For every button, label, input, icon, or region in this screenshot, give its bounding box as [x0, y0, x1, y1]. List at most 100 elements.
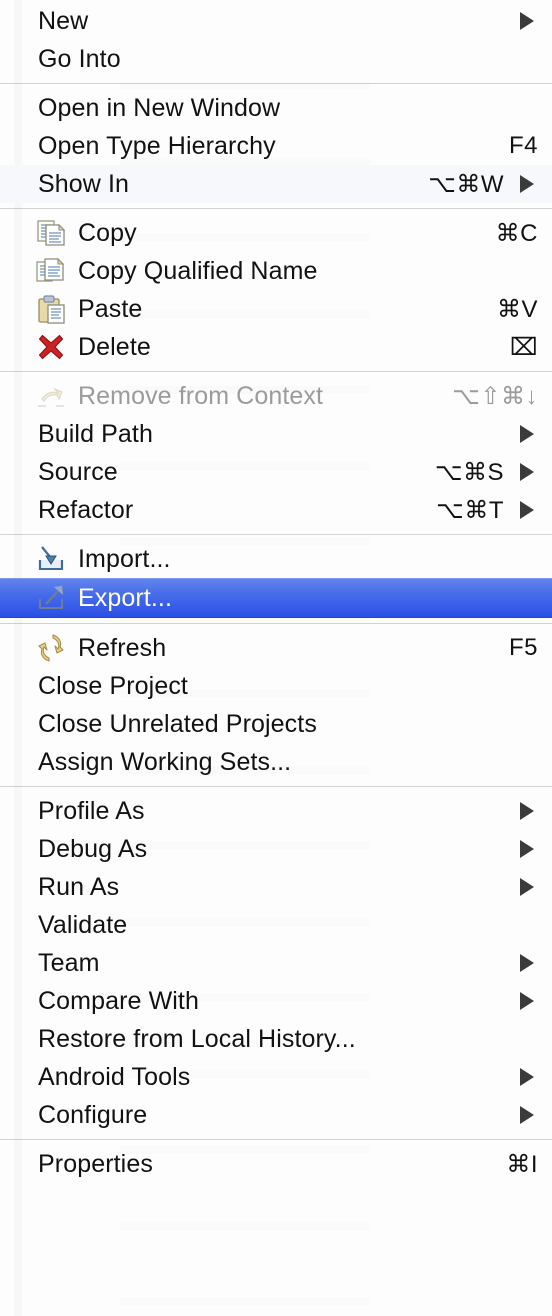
menu-item-delete[interactable]: Delete ⌧	[0, 328, 552, 366]
menu-item-shortcut: ⌥⌘W	[428, 170, 504, 198]
submenu-arrow-icon	[520, 992, 534, 1010]
copy-qualified-name-icon	[36, 256, 72, 286]
refresh-icon	[36, 633, 72, 663]
delete-icon	[36, 332, 72, 362]
menu-separator	[0, 208, 552, 209]
menu-item-debug-as[interactable]: Debug As	[0, 830, 552, 868]
menu-item-label: Import...	[78, 544, 171, 573]
submenu-arrow-icon	[520, 954, 534, 972]
submenu-arrow-icon	[520, 840, 534, 858]
submenu-arrow-icon	[520, 1106, 534, 1124]
menu-item-shortcut: F4	[508, 132, 538, 159]
section-clipboard: Copy ⌘C Copy Qualified Name Paste ⌘V Del…	[0, 214, 552, 366]
submenu-arrow-icon	[520, 1068, 534, 1086]
menu-separator	[0, 1139, 552, 1140]
menu-item-shortcut: ⌥⌘T	[436, 496, 504, 524]
menu-item-build-path[interactable]: Build Path	[0, 415, 552, 453]
menu-item-label: Copy Qualified Name	[78, 256, 318, 285]
context-menu[interactable]: New Go Into Open in New Window Open Type Hi…	[0, 0, 552, 1316]
menu-separator	[0, 534, 552, 535]
menu-item-refactor[interactable]: Refactor ⌥⌘T	[0, 491, 552, 529]
menu-item-shortcut: F5	[508, 634, 538, 661]
menu-item-label: Restore from Local History...	[38, 1024, 356, 1053]
submenu-arrow-icon	[520, 425, 534, 443]
menu-item-run-as[interactable]: Run As	[0, 868, 552, 906]
import-icon	[36, 544, 72, 574]
menu-item-label: Open in New Window	[38, 93, 281, 122]
menu-item-label: Export...	[78, 583, 172, 612]
submenu-arrow-icon	[520, 802, 534, 820]
paste-icon	[36, 294, 72, 324]
menu-item-shortcut: ⌘V	[496, 295, 538, 323]
context-menu-body: New Go Into Open in New Window Open Type Hi…	[0, 2, 552, 1183]
menu-item-show-in[interactable]: Show In ⌥⌘W	[0, 165, 552, 203]
menu-separator	[0, 623, 552, 624]
menu-item-label: Android Tools	[38, 1062, 191, 1091]
menu-item-label: Compare With	[38, 986, 199, 1015]
menu-item-export[interactable]: Export...	[0, 578, 552, 618]
submenu-arrow-icon	[520, 175, 534, 193]
menu-item-label: Copy	[78, 218, 137, 247]
menu-item-label: Refactor	[38, 495, 134, 524]
menu-item-source[interactable]: Source ⌥⌘S	[0, 453, 552, 491]
menu-item-go-into[interactable]: Go Into	[0, 40, 552, 78]
menu-item-label: Delete	[78, 332, 151, 361]
menu-item-refresh[interactable]: Refresh F5	[0, 629, 552, 667]
menu-item-open-type-hierarchy[interactable]: Open Type Hierarchy F4	[0, 127, 552, 165]
menu-item-paste[interactable]: Paste ⌘V	[0, 290, 552, 328]
menu-item-android-tools[interactable]: Android Tools	[0, 1058, 552, 1096]
menu-item-restore-from-local-history[interactable]: Restore from Local History...	[0, 1020, 552, 1058]
section-open: Open in New Window Open Type Hierarchy F4 S…	[0, 89, 552, 203]
menu-item-label: Refresh	[78, 633, 167, 662]
menu-item-shortcut: ⌧	[509, 333, 538, 361]
menu-item-new[interactable]: New	[0, 2, 552, 40]
section-transfer: Import... Export...	[0, 540, 552, 618]
menu-item-shortcut: ⌥⇧⌘↓	[452, 382, 538, 410]
menu-item-close-project[interactable]: Close Project	[0, 667, 552, 705]
menu-item-label: Assign Working Sets...	[38, 747, 292, 776]
menu-item-label: Show In	[38, 169, 130, 198]
menu-item-label: New	[38, 6, 89, 35]
menu-item-open-in-new-window[interactable]: Open in New Window	[0, 89, 552, 127]
menu-item-label: Properties	[38, 1149, 153, 1178]
menu-item-label: Build Path	[38, 419, 153, 448]
section-project: Refresh F5 Close Project Close Unrelated Pr…	[0, 629, 552, 781]
menu-separator	[0, 83, 552, 84]
menu-item-label: Debug As	[38, 834, 148, 863]
menu-item-import[interactable]: Import...	[0, 540, 552, 578]
remove-from-context-icon	[36, 381, 72, 411]
menu-item-copy[interactable]: Copy ⌘C	[0, 214, 552, 252]
menu-separator	[0, 786, 552, 787]
menu-item-label: Team	[38, 948, 100, 977]
menu-item-shortcut: ⌘C	[495, 219, 538, 247]
section-properties: Properties ⌘I	[0, 1145, 552, 1183]
submenu-arrow-icon	[520, 878, 534, 896]
menu-item-properties[interactable]: Properties ⌘I	[0, 1145, 552, 1183]
submenu-arrow-icon	[520, 12, 534, 30]
menu-item-team[interactable]: Team	[0, 944, 552, 982]
menu-item-label: Close Project	[38, 671, 188, 700]
menu-item-profile-as[interactable]: Profile As	[0, 792, 552, 830]
menu-item-remove-from-context: Remove from Context ⌥⇧⌘↓	[0, 377, 552, 415]
menu-item-label: Open Type Hierarchy	[38, 131, 276, 160]
menu-item-compare-with[interactable]: Compare With	[0, 982, 552, 1020]
section-build: Remove from Context ⌥⇧⌘↓ Build Path Source ⌥…	[0, 377, 552, 529]
menu-item-configure[interactable]: Configure	[0, 1096, 552, 1134]
menu-item-shortcut: ⌥⌘S	[434, 458, 504, 486]
menu-item-copy-qualified-name[interactable]: Copy Qualified Name	[0, 252, 552, 290]
copy-icon	[36, 218, 72, 248]
export-icon	[36, 583, 72, 613]
menu-separator	[0, 371, 552, 372]
submenu-arrow-icon	[520, 463, 534, 481]
menu-item-close-unrelated-projects[interactable]: Close Unrelated Projects	[0, 705, 552, 743]
menu-item-label: Go Into	[38, 44, 121, 73]
menu-item-label: Profile As	[38, 796, 145, 825]
menu-item-assign-working-sets[interactable]: Assign Working Sets...	[0, 743, 552, 781]
menu-item-label: Source	[38, 457, 118, 486]
menu-item-shortcut: ⌘I	[506, 1150, 538, 1178]
menu-item-label: Validate	[38, 910, 128, 939]
menu-item-label: Close Unrelated Projects	[38, 709, 317, 738]
section-run: Profile As Debug As Run As Validate Team Comp…	[0, 792, 552, 1134]
menu-item-validate[interactable]: Validate	[0, 906, 552, 944]
menu-item-label: Configure	[38, 1100, 148, 1129]
